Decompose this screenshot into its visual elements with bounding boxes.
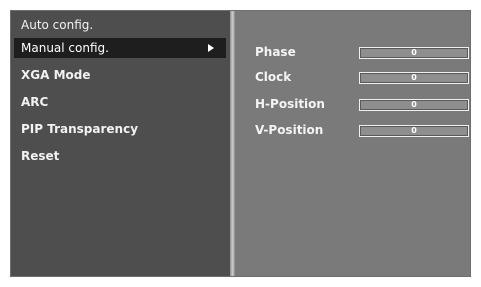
h-position-slider[interactable]: 0 — [359, 99, 469, 111]
menu-item-label: Auto config. — [21, 18, 94, 32]
clock-slider[interactable]: 0 — [359, 72, 469, 84]
param-label: Clock — [255, 70, 292, 84]
param-value: 0 — [411, 126, 417, 135]
main-menu-panel: Auto config. Manual config. XGA Mode ARC… — [11, 11, 230, 276]
menu-item-label: XGA Mode — [21, 68, 91, 82]
param-label: V-Position — [255, 123, 324, 137]
menu-item-xga-mode[interactable]: XGA Mode — [14, 65, 226, 85]
menu-item-auto-config[interactable]: Auto config. — [14, 15, 226, 35]
param-label: Phase — [255, 45, 296, 59]
param-value: 0 — [411, 100, 417, 109]
menu-item-label: Manual config. — [21, 41, 109, 55]
param-value: 0 — [411, 73, 417, 82]
menu-item-arc[interactable]: ARC — [14, 92, 226, 112]
menu-item-reset[interactable]: Reset — [14, 146, 226, 166]
menu-item-label: PIP Transparency — [21, 122, 139, 136]
arrow-right-icon — [208, 44, 214, 52]
menu-item-label: ARC — [21, 95, 49, 109]
menu-item-pip-transparency[interactable]: PIP Transparency — [14, 119, 226, 139]
menu-item-label: Reset — [21, 149, 60, 163]
param-label: H-Position — [255, 97, 325, 111]
phase-slider[interactable]: 0 — [359, 47, 469, 59]
osd-menu: Auto config. Manual config. XGA Mode ARC… — [10, 10, 471, 277]
v-position-slider[interactable]: 0 — [359, 125, 469, 137]
param-value: 0 — [411, 48, 417, 57]
menu-item-manual-config[interactable]: Manual config. — [14, 38, 226, 58]
manual-config-panel: Phase 0 Clock 0 H-Position 0 V-Position … — [235, 11, 470, 276]
